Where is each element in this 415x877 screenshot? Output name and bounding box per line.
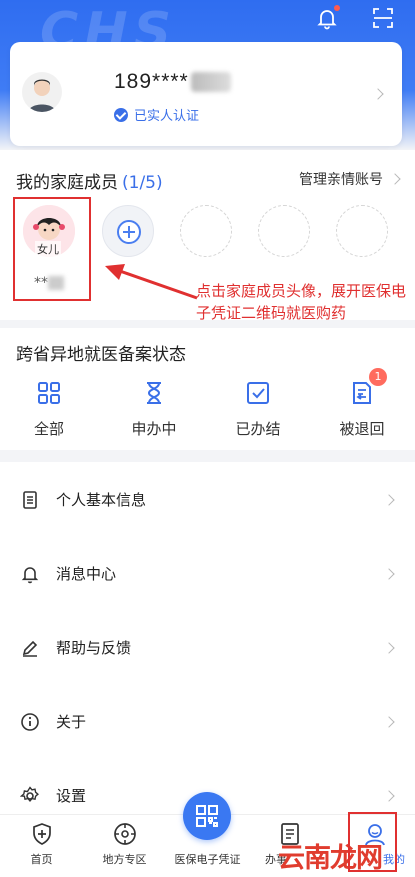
- compass-icon: [112, 821, 138, 847]
- bell-icon[interactable]: [315, 5, 340, 30]
- chevron-right-icon: [383, 568, 395, 580]
- gear-icon: [19, 786, 40, 806]
- chevron-right-icon: [383, 790, 395, 802]
- family-title: 我的家庭成员 (1/5): [16, 173, 163, 193]
- verified-status: 已实人认证: [114, 105, 199, 124]
- info-icon: [20, 712, 40, 732]
- family-count: (1/5): [122, 173, 163, 193]
- phone-number: 189****: [114, 70, 231, 94]
- chevron-right-icon: [372, 88, 384, 100]
- menu-label: 帮助与反馈: [56, 639, 132, 657]
- tab-label: 首页: [30, 853, 53, 866]
- pen-icon: [20, 638, 40, 658]
- tab-label: 地方专区: [102, 853, 147, 866]
- add-member-button[interactable]: [102, 205, 154, 257]
- chevron-right-icon: [389, 173, 401, 185]
- empty-member-slot[interactable]: [180, 205, 232, 257]
- profile-card[interactable]: 189**** 已实人认证: [10, 42, 402, 146]
- empty-member-slot[interactable]: [258, 205, 310, 257]
- hourglass-icon: [141, 380, 167, 406]
- scan-icon[interactable]: [371, 6, 395, 30]
- annotation-arrow-icon: [105, 264, 198, 300]
- check-box-icon: [245, 380, 271, 406]
- bell-icon: [20, 564, 40, 584]
- status-label: 申办中: [131, 420, 177, 438]
- tab-label: 医保电子凭证: [174, 853, 241, 866]
- grid-icon: [36, 380, 62, 406]
- status-all[interactable]: 全部: [9, 380, 89, 439]
- filing-status-section: 跨省异地就医备案状态 全部 申办中 已办结 1 被退回: [0, 328, 415, 450]
- empty-member-slot[interactable]: [336, 205, 388, 257]
- settings-menu: 个人基本信息 消息中心 帮助与反馈 关于 设置: [0, 462, 415, 814]
- qr-code-button[interactable]: [183, 792, 231, 840]
- plus-icon: [117, 220, 141, 244]
- shield-plus-icon: [29, 821, 55, 847]
- chevron-right-icon: [383, 642, 395, 654]
- menu-item-messages[interactable]: 消息中心: [0, 536, 415, 610]
- status-in-progress[interactable]: 申办中: [114, 380, 194, 439]
- menu-item-personal-info[interactable]: 个人基本信息: [0, 462, 415, 536]
- manage-family-link[interactable]: 管理亲情账号: [299, 169, 383, 189]
- menu-label: 消息中心: [56, 565, 117, 583]
- menu-label: 个人基本信息: [56, 491, 147, 509]
- annotation-text: 点击家庭成员头像，展开医保电子凭证二维码就医购药: [196, 282, 407, 322]
- verified-label: 已实人认证: [134, 109, 200, 124]
- status-label: 已办结: [235, 420, 281, 438]
- returned-count-badge: 1: [369, 368, 387, 386]
- avatar: [22, 72, 62, 112]
- tab-local[interactable]: 地方专区: [83, 815, 166, 877]
- annotation-highlight-box: [348, 812, 397, 872]
- menu-item-help-feedback[interactable]: 帮助与反馈: [0, 610, 415, 684]
- notification-dot: [334, 5, 340, 11]
- menu-label: 关于: [56, 713, 87, 731]
- document-icon: [20, 490, 40, 510]
- tab-home[interactable]: 首页: [0, 815, 83, 877]
- chevron-right-icon: [383, 716, 395, 728]
- return-doc-icon: 1: [349, 368, 387, 406]
- top-actions: [315, 5, 395, 30]
- status-label: 被退回: [339, 420, 385, 438]
- annotation-highlight-box: [13, 197, 91, 301]
- menu-item-about[interactable]: 关于: [0, 684, 415, 758]
- verified-icon: [114, 107, 128, 122]
- status-label: 全部: [33, 420, 64, 438]
- qr-code-icon: [196, 805, 218, 827]
- chevron-right-icon: [383, 494, 395, 506]
- status-returned[interactable]: 1 被退回: [322, 368, 402, 439]
- status-completed[interactable]: 已办结: [218, 380, 298, 439]
- filing-title: 跨省异地就医备案状态: [16, 345, 186, 365]
- menu-label: 设置: [56, 787, 87, 805]
